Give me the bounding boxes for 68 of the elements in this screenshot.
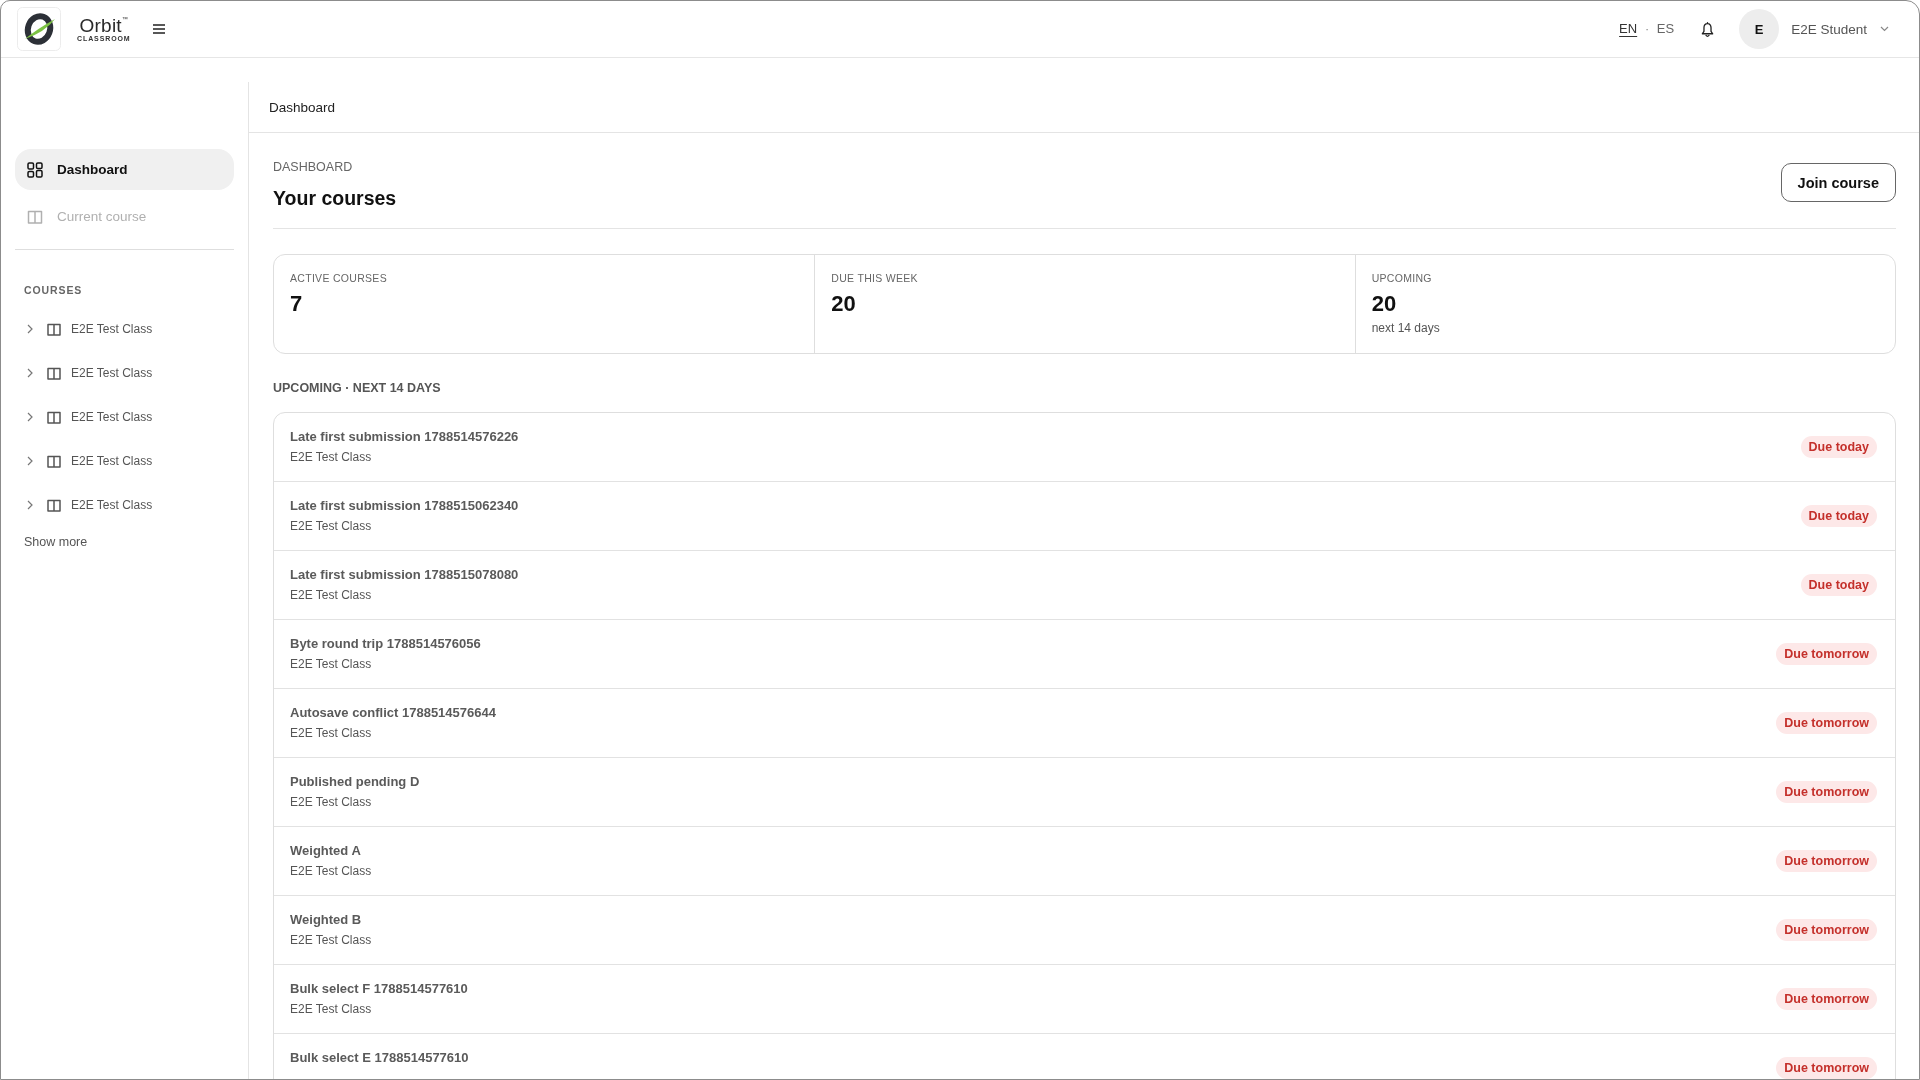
page-title: Your courses (273, 186, 397, 210)
due-badge: Due tomorrow (1776, 1057, 1877, 1079)
assignment-course: E2E Test Class (290, 587, 373, 603)
assignment-title[interactable]: Late first submission 1788514576226 (290, 428, 519, 445)
menu-button[interactable] (150, 21, 167, 37)
assignment-course: E2E Test Class (290, 449, 373, 465)
language-option[interactable]: EN (1619, 21, 1638, 37)
assignment-course: E2E Test Class (290, 725, 373, 741)
book-icon (47, 498, 61, 512)
bell-icon (1700, 20, 1714, 38)
assignment-course: E2E Test Class (290, 794, 373, 810)
sidebar-nav-item[interactable]: Dashboard (15, 149, 234, 190)
logo-icon[interactable] (17, 7, 61, 51)
assignment-title[interactable]: Late first submission 1788515078080 (290, 566, 519, 583)
assignment-course: E2E Test Class (290, 863, 372, 879)
show-more-link[interactable]: Show more (24, 535, 88, 550)
book-icon (47, 454, 61, 468)
assignment-course: E2E Test Class (290, 656, 373, 672)
course-item[interactable]: E2E Test Class (15, 395, 234, 439)
list-heading: UPCOMING · NEXT 14 DAYS (273, 380, 442, 396)
brand-name: Orbit$^{™}$ (79, 15, 128, 35)
course-item[interactable]: E2E Test Class (15, 307, 234, 351)
due-badge: Due tomorrow (1776, 919, 1877, 941)
assignment-title[interactable]: Late first submission 1788515062340 (290, 497, 519, 514)
stat-value: 20 (831, 291, 857, 317)
stat-value: 20 (1371, 291, 1398, 317)
assignment-title[interactable]: Bulk select F 1788514577610 (290, 980, 468, 997)
book-icon (27, 208, 43, 225)
due-badge: Due today (1800, 436, 1877, 458)
due-badge: Due today (1800, 574, 1877, 596)
assignment-title[interactable]: Weighted B (290, 911, 372, 928)
course-item[interactable]: E2E Test Class (15, 439, 234, 483)
assignment-title[interactable]: Weighted A (290, 842, 372, 859)
join-course-button[interactable]: Join course (1780, 163, 1896, 202)
book-icon (47, 410, 61, 424)
book-icon (47, 322, 61, 336)
user-avatar[interactable]: E (1739, 9, 1780, 49)
stat-label: UPCOMING (1371, 271, 1433, 285)
book-icon (47, 366, 61, 380)
assignment-title[interactable]: Autosave conflict 1788514576644 (290, 704, 496, 721)
assignment-course: E2E Test Class (290, 1001, 373, 1017)
breadcrumb-item[interactable]: Dashboard (269, 99, 336, 115)
due-badge: Due today (1800, 505, 1877, 527)
stat-label: ACTIVE COURSES (290, 271, 388, 285)
due-badge: Due tomorrow (1776, 850, 1877, 872)
stat-value: 7 (290, 291, 304, 317)
due-badge: Due tomorrow (1776, 712, 1877, 734)
due-badge: Due tomorrow (1776, 988, 1877, 1010)
assignment-title[interactable]: Byte round trip 1788514576056 (290, 635, 481, 652)
course-item[interactable]: E2E Test Class (15, 351, 234, 395)
menu-icon (152, 24, 165, 34)
assignment-title[interactable]: Published pending D (290, 773, 420, 790)
language-separator: · (1645, 23, 1649, 35)
assignment-course: E2E Test Class (290, 518, 373, 534)
grid-icon (27, 161, 43, 178)
due-badge: Due tomorrow (1776, 643, 1877, 665)
stat-label: DUE THIS WEEK (831, 271, 919, 285)
section-label: DASHBOARD (273, 159, 354, 175)
due-badge: Due tomorrow (1776, 781, 1877, 803)
assignment-course: E2E Test Class (290, 932, 372, 948)
notifications-button[interactable] (1700, 20, 1715, 38)
course-item[interactable]: E2E Test Class (15, 483, 234, 527)
courses-heading: COURSES (23, 283, 84, 297)
user-name[interactable]: E2E Student (1791, 21, 1867, 37)
assignment-title[interactable]: Bulk select E 1788514577610 (290, 1049, 469, 1066)
stat-note: next 14 days (1371, 320, 1441, 336)
language-option[interactable]: ES (1656, 21, 1675, 37)
chevron-down-icon[interactable] (1880, 26, 1889, 32)
